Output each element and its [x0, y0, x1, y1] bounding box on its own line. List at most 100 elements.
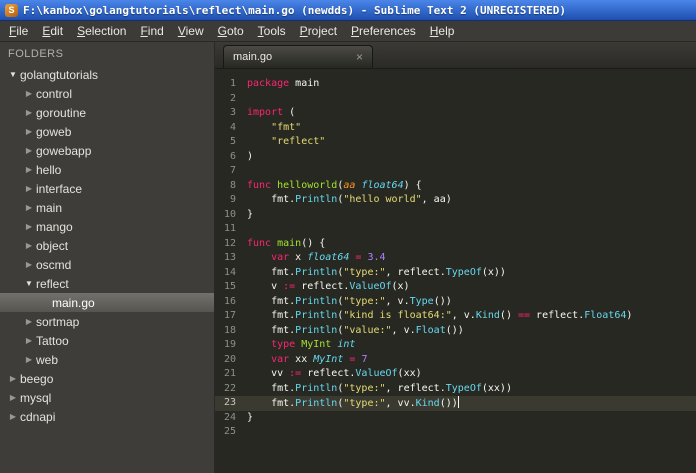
code-text: func main() {: [247, 237, 326, 249]
menu-item-edit[interactable]: Edit: [35, 22, 70, 40]
tree-folder-hello[interactable]: ▶ hello: [0, 160, 214, 179]
code-line-2[interactable]: 2: [215, 92, 696, 107]
tree-folder-tattoo[interactable]: ▶ Tattoo: [0, 331, 214, 350]
menu-item-selection[interactable]: Selection: [70, 22, 133, 40]
menu-item-help[interactable]: Help: [423, 22, 462, 40]
tree-folder-cdnapi[interactable]: ▶ cdnapi: [0, 407, 214, 426]
text-cursor: [457, 396, 459, 408]
code-text: fmt.Println("kind is float64:", v.Kind()…: [247, 310, 633, 321]
code-line-14[interactable]: 14 fmt.Println("type:", reflect.TypeOf(x…: [215, 266, 696, 281]
chevron-collapsed-icon[interactable]: ▶: [22, 146, 36, 155]
code-text: vv := reflect.ValueOf(xx): [247, 368, 422, 379]
code-text: }: [247, 208, 254, 220]
code-line-24[interactable]: 24}: [215, 411, 696, 426]
chevron-collapsed-icon[interactable]: ▶: [22, 222, 36, 231]
tree-folder-reflect[interactable]: ▼ reflect: [0, 274, 214, 293]
chevron-collapsed-icon[interactable]: ▶: [6, 374, 20, 383]
code-line-5[interactable]: 5 "reflect": [215, 135, 696, 150]
menu-item-view[interactable]: View: [171, 22, 211, 40]
code-line-17[interactable]: 17 fmt.Println("kind is float64:", v.Kin…: [215, 309, 696, 324]
line-number: 11: [223, 223, 236, 234]
line-number: 2: [229, 92, 236, 104]
chevron-collapsed-icon[interactable]: ▶: [22, 317, 36, 326]
tree-item-label: sortmap: [36, 314, 80, 329]
menu-item-preferences[interactable]: Preferences: [344, 22, 423, 40]
code-line-13[interactable]: 13 var x float64 = 3.4: [215, 251, 696, 266]
code-line-3[interactable]: 3 import (: [215, 106, 696, 121]
chevron-expanded-icon[interactable]: ▼: [6, 70, 20, 79]
code-text: func helloworld(aa float64) {: [247, 179, 422, 191]
code-line-18[interactable]: 18 fmt.Println("value:", v.Float()): [215, 324, 696, 339]
chevron-collapsed-icon[interactable]: ▶: [22, 108, 36, 117]
tree-folder-goroutine[interactable]: ▶ goroutine: [0, 103, 214, 122]
menu-item-file[interactable]: File: [2, 22, 35, 40]
code-line-7[interactable]: 7: [215, 164, 696, 179]
code-line-15[interactable]: 15 v := reflect.ValueOf(x): [215, 280, 696, 295]
code-line-21[interactable]: 21 vv := reflect.ValueOf(xx): [215, 367, 696, 382]
tree-folder-main[interactable]: ▶ main: [0, 198, 214, 217]
tab-close-icon[interactable]: ×: [356, 50, 363, 64]
tree-folder-interface[interactable]: ▶ interface: [0, 179, 214, 198]
tree-file-main.go[interactable]: main.go: [0, 293, 214, 312]
menu-item-tools[interactable]: Tools: [251, 22, 293, 40]
line-number: 16: [223, 295, 236, 307]
sublime-window: S F:\kanbox\golangtutorials\reflect\main…: [0, 0, 696, 473]
code-line-20[interactable]: 20 var xx MyInt = 7: [215, 353, 696, 368]
code-text: fmt.Println("type:", reflect.TypeOf(x)): [247, 266, 506, 278]
code-line-1[interactable]: 1 package main: [215, 77, 696, 92]
chevron-collapsed-icon[interactable]: ▶: [22, 241, 36, 250]
tree-folder-control[interactable]: ▶ control: [0, 84, 214, 103]
menu-item-project[interactable]: Project: [293, 22, 344, 40]
code-text: v := reflect.ValueOf(x): [247, 281, 410, 292]
tree-folder-oscmd[interactable]: ▶ oscmd: [0, 255, 214, 274]
code-line-11[interactable]: 11: [215, 222, 696, 237]
code-line-23[interactable]: 23 fmt.Println("type:", vv.Kind()): [215, 396, 696, 411]
code-line-22[interactable]: 22 fmt.Println("type:", reflect.TypeOf(x…: [215, 382, 696, 397]
tree-item-label: Tattoo: [36, 333, 69, 348]
chevron-collapsed-icon[interactable]: ▶: [22, 89, 36, 98]
tree-folder-golangtutorials[interactable]: ▼ golangtutorials: [0, 65, 214, 84]
chevron-collapsed-icon[interactable]: ▶: [22, 165, 36, 174]
code-line-6[interactable]: 6): [215, 150, 696, 165]
chevron-collapsed-icon[interactable]: ▶: [22, 355, 36, 364]
chevron-collapsed-icon[interactable]: ▶: [22, 203, 36, 212]
line-number: 25: [223, 426, 236, 437]
tab-main-go[interactable]: main.go ×: [223, 45, 373, 68]
code-line-9[interactable]: 9 fmt.Println("hello world", aa): [215, 193, 696, 208]
code-line-25[interactable]: 25: [215, 425, 696, 440]
tree-folder-beego[interactable]: ▶ beego: [0, 369, 214, 388]
tree-folder-goweb[interactable]: ▶ goweb: [0, 122, 214, 141]
code-line-12[interactable]: 12 func main() {: [215, 237, 696, 252]
line-number: 19: [223, 339, 236, 350]
chevron-collapsed-icon[interactable]: ▶: [22, 127, 36, 136]
chevron-collapsed-icon[interactable]: ▶: [22, 260, 36, 269]
folders-header: FOLDERS: [8, 48, 64, 60]
tree-folder-object[interactable]: ▶ object: [0, 236, 214, 255]
tree-folder-gowebapp[interactable]: ▶ gowebapp: [0, 141, 214, 160]
tree-folder-mango[interactable]: ▶ mango: [0, 217, 214, 236]
tree-folder-web[interactable]: ▶ web: [0, 350, 214, 369]
code-editor[interactable]: 1 package main 2 3 import (4 "fmt" 5 "reflect…: [215, 69, 696, 473]
code-line-19[interactable]: 19 type MyInt int: [215, 338, 696, 353]
chevron-expanded-icon[interactable]: ▼: [22, 279, 36, 288]
chevron-collapsed-icon[interactable]: ▶: [22, 336, 36, 345]
code-line-10[interactable]: 10}: [215, 208, 696, 223]
tree-folder-sortmap[interactable]: ▶ sortmap: [0, 312, 214, 331]
code-line-16[interactable]: 16 fmt.Println("type:", v.Type()): [215, 295, 696, 310]
tree-item-label: web: [36, 352, 59, 367]
menu-item-goto[interactable]: Goto: [211, 22, 251, 40]
line-number: 20: [223, 353, 236, 365]
line-number: 6: [229, 150, 236, 162]
line-number: 5: [229, 136, 236, 147]
code-line-8[interactable]: 8 func helloworld(aa float64) {: [215, 179, 696, 194]
chevron-collapsed-icon[interactable]: ▶: [22, 184, 36, 193]
chevron-collapsed-icon[interactable]: ▶: [6, 412, 20, 421]
tree-folder-mysql[interactable]: ▶ mysql: [0, 388, 214, 407]
folder-tree: ▼ golangtutorials ▶ control ▶ goroutine ▶ goweb…: [0, 65, 214, 473]
code-text: import (: [247, 107, 296, 118]
menu-item-find[interactable]: Find: [133, 22, 170, 40]
chevron-collapsed-icon[interactable]: ▶: [6, 393, 20, 402]
code-line-4[interactable]: 4 "fmt": [215, 121, 696, 136]
line-number: 1: [229, 78, 236, 89]
